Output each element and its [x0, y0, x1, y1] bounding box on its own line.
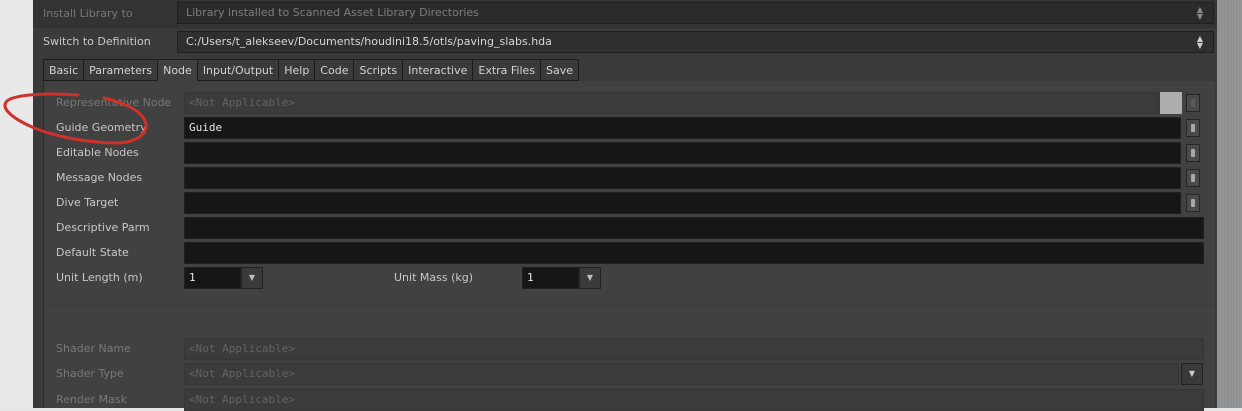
annotation-layer [3, 92, 148, 145]
red-annotation-circle [3, 92, 148, 145]
